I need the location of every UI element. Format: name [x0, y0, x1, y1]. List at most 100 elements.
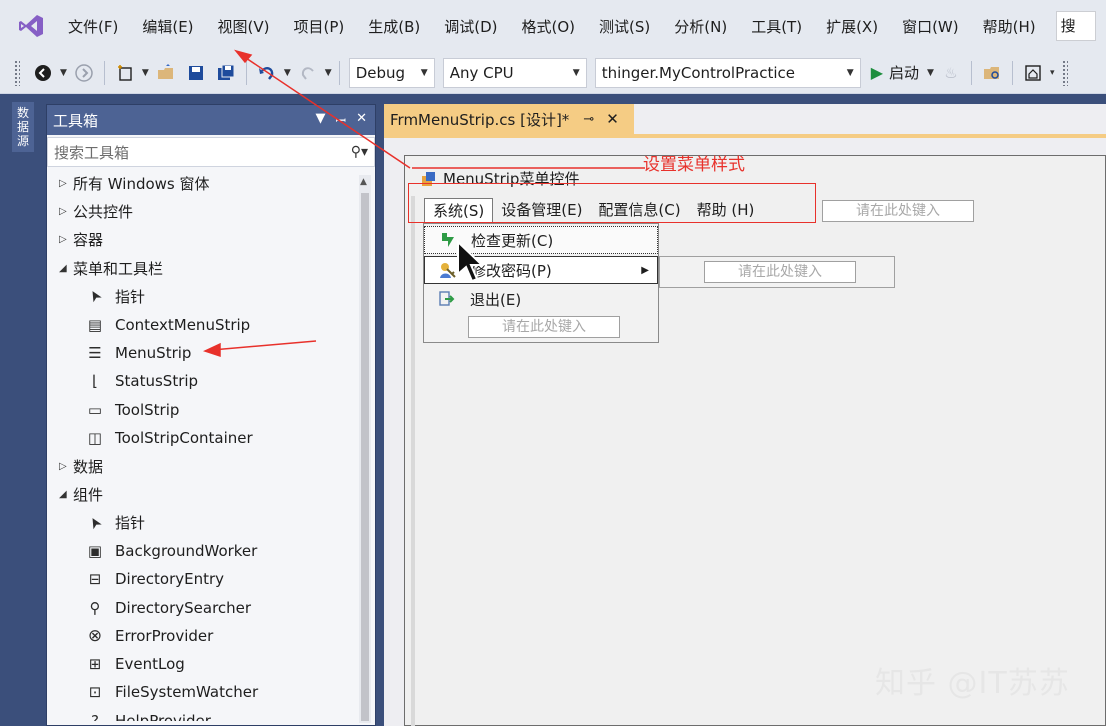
data-sources-tab[interactable]: 数据源: [12, 102, 34, 152]
menu-analyze[interactable]: 分析(N): [662, 16, 739, 37]
redo-icon[interactable]: [296, 61, 320, 85]
toolbar-grip[interactable]: [1062, 59, 1069, 86]
navigate-forward-icon[interactable]: [72, 61, 96, 85]
close-icon[interactable]: ✕: [356, 111, 367, 129]
toolbar-separator: [103, 60, 105, 85]
start-button[interactable]: ▶ 启动 ▼: [871, 62, 936, 83]
toolbox-row-label: StatusStrip: [115, 372, 199, 391]
toolbox-item[interactable]: ? HelpProvider: [47, 707, 375, 721]
collapsed-triangle-icon[interactable]: ▷: [59, 178, 73, 189]
document-tab-frmmenustrip[interactable]: FrmMenuStrip.cs [设计]* ⊸ ✕: [384, 104, 634, 134]
search-box[interactable]: 搜: [1055, 11, 1096, 41]
type-here-submenu-box[interactable]: 请在此处键入: [704, 261, 856, 283]
menu-build[interactable]: 生成(B): [356, 16, 432, 37]
toolbox-category[interactable]: ▷ 公共控件: [47, 197, 375, 225]
menu-tools[interactable]: 工具(T): [739, 16, 814, 37]
back-dropdown-icon[interactable]: ▼: [60, 68, 67, 78]
status-strip-icon: ⌊: [92, 372, 98, 391]
startup-project-combo[interactable]: thinger.MyControlPractice ▼: [594, 57, 861, 88]
hot-reload-icon[interactable]: ♨: [939, 61, 963, 85]
menu-extensions[interactable]: 扩展(X): [814, 16, 890, 37]
toolbox-row-label: FileSystemWatcher: [115, 683, 259, 702]
toolbox-category[interactable]: ▷ 所有 Windows 窗体: [47, 169, 375, 197]
window-position-dropdown-icon[interactable]: ▼: [316, 111, 326, 129]
menu-item-label: 退出(E): [470, 290, 522, 309]
scroll-up-icon[interactable]: ▲: [360, 177, 367, 187]
menu-window[interactable]: 窗口(W): [890, 16, 971, 37]
solution-configuration-combo[interactable]: Debug ▼: [348, 57, 435, 88]
pin-icon[interactable]: ⊸: [583, 112, 594, 127]
scrollbar-thumb[interactable]: [361, 193, 369, 721]
startup-project-value: thinger.MyControlPractice: [601, 63, 796, 82]
toolbox-title: 工具箱: [53, 111, 99, 130]
menu-format[interactable]: 格式(O): [510, 16, 588, 37]
toolbox-item[interactable]: ◫ ToolStripContainer: [47, 424, 375, 452]
tool-strip-container-icon: ◫: [87, 428, 103, 447]
directory-searcher-icon: ⚲: [89, 598, 101, 617]
save-icon[interactable]: [184, 61, 208, 85]
undo-dropdown-icon[interactable]: ▼: [284, 68, 291, 78]
toolbox-item[interactable]: ➤ 指针: [47, 282, 375, 310]
undo-icon[interactable]: [255, 61, 279, 85]
start-dropdown-icon[interactable]: ▼: [927, 68, 934, 78]
toolbox-item[interactable]: ☰ MenuStrip: [47, 339, 375, 367]
home-icon[interactable]: [1021, 61, 1045, 85]
toolbox-item[interactable]: ⊗ ErrorProvider: [47, 622, 375, 650]
toolbox-row-label: HelpProvider: [115, 711, 211, 721]
menu-edit[interactable]: 编辑(E): [130, 16, 205, 37]
toolbox-item[interactable]: ⚲ DirectorySearcher: [47, 593, 375, 621]
directory-entry-icon: ⊟: [88, 570, 102, 589]
browse-folder-icon[interactable]: [980, 61, 1004, 85]
toolbar-separator: [245, 60, 247, 85]
toolbox-category[interactable]: ◢ 组件: [47, 480, 375, 508]
expanded-triangle-icon[interactable]: ◢: [59, 489, 73, 500]
toolbox-category[interactable]: ◢ 菜单和工具栏: [47, 254, 375, 282]
toolbox-item[interactable]: ⊟ DirectoryEntry: [47, 565, 375, 593]
toolbox-category[interactable]: ▷ 数据: [47, 452, 375, 480]
open-file-icon[interactable]: [154, 61, 178, 85]
collapsed-triangle-icon[interactable]: ▷: [59, 234, 73, 245]
new-project-icon[interactable]: [113, 61, 137, 85]
toolbox-item[interactable]: ⊞ EventLog: [47, 650, 375, 678]
toolbar-separator: [1011, 60, 1013, 85]
solution-platform-combo[interactable]: Any CPU ▼: [442, 57, 587, 88]
toolbar-separator: [970, 60, 972, 85]
menu-project[interactable]: 项目(P): [282, 16, 357, 37]
search-icon[interactable]: ⚲▾: [351, 144, 368, 160]
toolbox-item[interactable]: ➤ 指针: [47, 509, 375, 537]
toolbox-row-label: EventLog: [115, 655, 185, 674]
toolbox-tree: ▷ 所有 Windows 窗体 ▷ 公共控件 ▷ 容器 ◢ 菜单和工具栏 ➤ 指针 ▤ Context…: [47, 169, 375, 721]
type-here-dropdown-box[interactable]: 请在此处键入: [468, 316, 620, 338]
file-system-watcher-icon: ⊡: [88, 683, 102, 702]
toolbox-scrollbar[interactable]: ▲: [359, 175, 371, 723]
type-here-menu-box[interactable]: 请在此处键入: [822, 200, 974, 222]
toolbox-item[interactable]: ⌊ StatusStrip: [47, 367, 375, 395]
expanded-triangle-icon[interactable]: ◢: [59, 263, 73, 274]
toolbox-row-label: DirectorySearcher: [115, 598, 252, 617]
close-icon[interactable]: ✕: [606, 110, 619, 128]
redo-dropdown-icon[interactable]: ▼: [325, 68, 332, 78]
toolbox-row-label: BackgroundWorker: [115, 542, 258, 560]
document-tab-label: FrmMenuStrip.cs [设计]*: [390, 110, 570, 129]
toolbox-item[interactable]: ▭ ToolStrip: [47, 395, 375, 423]
pin-icon[interactable]: ꟷ: [336, 111, 347, 129]
collapsed-triangle-icon[interactable]: ▷: [59, 461, 73, 472]
menu-view[interactable]: 视图(V): [206, 16, 282, 37]
menu-file[interactable]: 文件(F): [56, 16, 130, 37]
new-dropdown-icon[interactable]: ▼: [142, 68, 149, 78]
toolbox-search-input[interactable]: 搜索工具箱 ⚲▾: [47, 137, 375, 167]
menu-debug[interactable]: 调试(D): [432, 16, 509, 37]
menu-test[interactable]: 测试(S): [587, 16, 662, 37]
toolbar-overflow-icon[interactable]: ▾: [1050, 68, 1055, 78]
navigate-back-icon[interactable]: [31, 61, 55, 85]
toolbox-item[interactable]: ⊡ FileSystemWatcher: [47, 678, 375, 706]
toolbar-grip[interactable]: [14, 59, 20, 86]
menu-item-exit[interactable]: 退出(E): [424, 285, 658, 313]
toolbox-category[interactable]: ▷ 容器: [47, 226, 375, 254]
collapsed-triangle-icon[interactable]: ▷: [59, 206, 73, 217]
toolbox-row-label: 数据: [73, 457, 104, 476]
menu-help[interactable]: 帮助(H): [971, 16, 1048, 37]
chevron-down-icon: ▼: [846, 67, 854, 78]
event-log-icon: ⊞: [88, 655, 102, 674]
save-all-icon[interactable]: [214, 61, 238, 85]
